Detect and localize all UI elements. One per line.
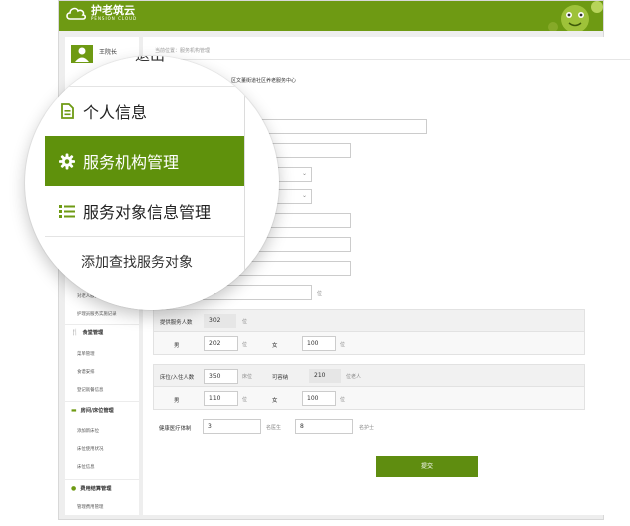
unit-label: 位 [242, 342, 248, 348]
nav-item-label: 服务机构管理 [83, 153, 180, 172]
zoomed-sidebar-edge [244, 56, 245, 310]
mascot-illustration-icon [548, 1, 603, 31]
gear-icon [59, 153, 75, 170]
logout-button[interactable]: 退出 [135, 56, 165, 65]
bed-icon: ▬ [71, 407, 77, 414]
nav-item-personal-info[interactable]: 个人信息 [45, 86, 245, 136]
capacity-unit: 位老人 [346, 374, 362, 380]
sidebar-group-label: 食堂管理 [82, 330, 104, 336]
beds-box: 床位/入住人数 350 床位 可容纳 210 位老人 男 110 位 女 100… [153, 364, 585, 410]
brand-tagline: PENSION CLOUD [91, 16, 138, 21]
sidebar-group-canteen[interactable]: 🍴 食堂管理 [71, 329, 103, 336]
unit-label: 位 [340, 342, 346, 348]
beds-unit: 床位 [242, 374, 253, 380]
brand-logo[interactable]: 护老筑云 PENSION CLOUD [65, 5, 137, 21]
list-icon [59, 204, 75, 218]
beds-field[interactable]: 350 [204, 369, 238, 384]
medical-label: 健康医疗体制 [159, 426, 192, 432]
nurses-unit: 名护士 [359, 425, 375, 431]
utensils-icon: 🍴 [71, 329, 79, 336]
sidebar-item-recipes[interactable]: 食谱安排 [77, 369, 95, 375]
doctors-field[interactable]: 3 [203, 419, 261, 434]
sidebar-group-fees[interactable]: ● 费用结算管理 [71, 485, 111, 492]
beds-female-field[interactable]: 100 [302, 391, 336, 406]
app-root: 护老筑云 PENSION CLOUD 王院长 护理员服务实施记录 🍴 食堂管理 … [0, 0, 630, 526]
sidebar-item-menu[interactable]: 菜单管理 [77, 351, 95, 357]
service-count-unit: 位 [242, 319, 248, 325]
sidebar-item-meal-registration[interactable]: 登记就餐信息 [77, 387, 103, 393]
service-female-field[interactable]: 100 [302, 336, 336, 351]
unit-label: 位 [340, 397, 346, 403]
service-male-field[interactable]: 202 [204, 336, 238, 351]
service-count-label: 提供服务人数 [160, 320, 193, 326]
money-icon: ● [71, 485, 77, 492]
document-icon [59, 103, 75, 119]
female-label: 女 [272, 343, 278, 349]
unit-label: 位 [242, 397, 248, 403]
nav-item-client-management[interactable]: 服务对象信息管理 [45, 186, 245, 236]
breadcrumb: 当前位置：服务机构管理 [155, 48, 211, 54]
nav-item-org-management[interactable]: 服务机构管理 [45, 136, 245, 186]
top-header: 护老筑云 PENSION CLOUD [59, 1, 603, 31]
sidebar-item-caregiver-records[interactable]: 护理员服务实施记录 [77, 311, 117, 317]
cloud-logo-icon [66, 7, 87, 20]
sidebar-group-rooms[interactable]: ▬ 房间/床位管理 [71, 407, 114, 414]
capacity-label: 可容纳 [272, 375, 289, 381]
beds-male-field[interactable]: 110 [204, 391, 238, 406]
sidebar-item-fee-management[interactable]: 管理费用管理 [77, 504, 103, 510]
sidebar-item-add-bed[interactable]: 添加新床位 [77, 428, 99, 434]
service-count-box: 提供服务人数 302 位 男 202 位 女 100 位 [153, 309, 585, 355]
male-label: 男 [174, 343, 180, 349]
male-label: 男 [174, 398, 180, 404]
doctors-unit: 名医生 [266, 425, 282, 431]
nav-item-label: 个人信息 [83, 103, 148, 122]
magnifier-lens: 退出 个人信息 [25, 56, 279, 310]
sidebar-divider [65, 479, 139, 480]
service-count-value: 302 [204, 314, 236, 328]
nurses-field[interactable]: 8 [295, 419, 353, 434]
sidebar-item-bed-usage[interactable]: 床位使用状况 [77, 446, 103, 452]
sidebar-group-label: 费用结算管理 [80, 486, 112, 492]
capacity-value: 210 [309, 369, 341, 383]
sidebar-divider [65, 401, 139, 402]
sidebar-divider [65, 324, 139, 325]
brand-name: 护老筑云 [91, 4, 135, 17]
count-unit: 位 [317, 291, 323, 297]
female-label: 女 [272, 398, 278, 404]
sidebar-group-label: 房间/床位管理 [80, 408, 114, 414]
submit-button[interactable]: 提交 [376, 456, 478, 477]
beds-label: 床位/入住人数 [160, 375, 195, 381]
zoomed-divider [45, 236, 245, 237]
sidebar-item-bed-info[interactable]: 床位信息 [77, 464, 95, 470]
nav-subitem-add-find-client[interactable]: 添加查找服务对象 [81, 252, 193, 272]
nav-item-label: 服务对象信息管理 [83, 203, 212, 222]
